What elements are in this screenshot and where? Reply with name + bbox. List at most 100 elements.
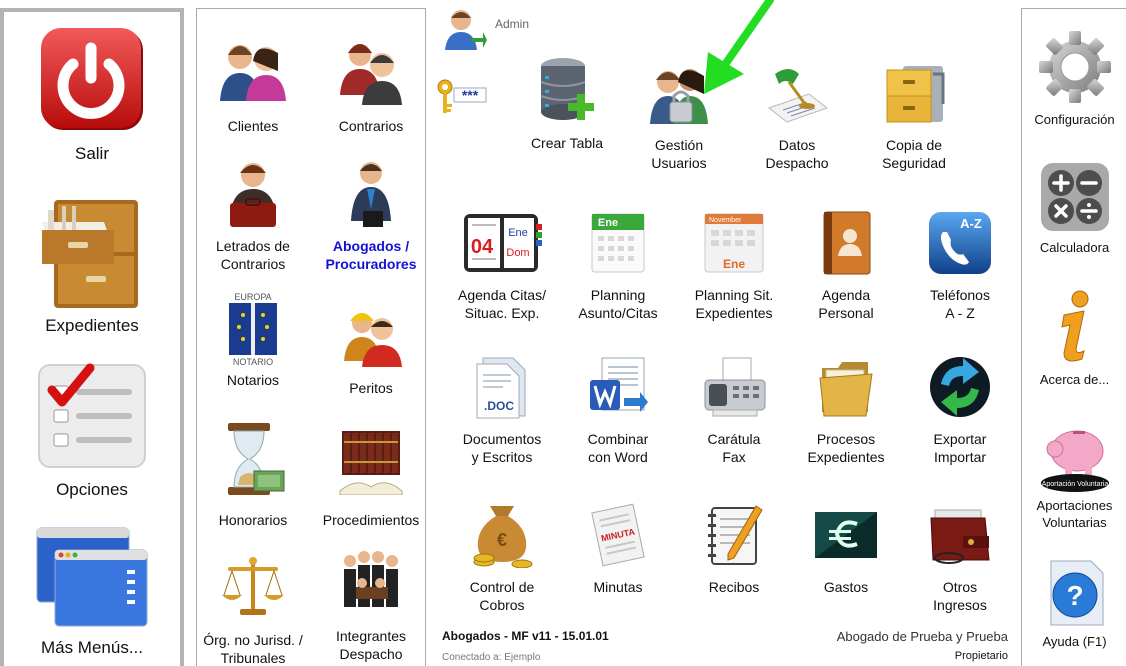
user-avatar[interactable] [443,6,487,52]
main-window: Salir Expedientes Opciones Más Menús... … [0,0,1126,666]
salir-label: Salir [74,144,109,163]
hourglass-money-icon [228,423,285,495]
procesos-button[interactable]: Procesos Expedientes [790,354,902,466]
copia-seguridad-label: Copia de Seguridad [882,137,946,171]
notario-text: NOTARIO [233,357,273,367]
right-panel: Configuración Calculadora Acerca de... A… [1021,8,1126,666]
opciones-button[interactable]: Opciones [4,360,180,500]
minutas-button[interactable]: MINUTA Minutas [562,502,674,596]
agenda-citas-label: Agenda Citas/ Situac. Exp. [458,287,546,321]
law-books-icon [339,431,403,495]
mas-menus-button[interactable]: Más Menús... [4,524,180,658]
control-cobros-button[interactable]: € Control de Cobros [446,502,558,614]
clientes-button[interactable]: Clientes [197,35,309,135]
datos-despacho-button[interactable]: Datos Despacho [741,64,853,172]
procedimientos-button[interactable]: Procedimientos [315,421,427,529]
datos-despacho-label: Datos Despacho [765,137,829,171]
org-no-jurisd-button[interactable]: Órg. no Jurisd. / Tribunales [197,555,309,666]
combinar-word-label: Combinar con Word [587,431,649,465]
planning-sit-header: November [709,217,742,224]
calendar-weekday: Dom [506,247,529,259]
agenda-personal-button[interactable]: Agenda Personal [790,210,902,322]
file-cabinet-icon [42,200,138,308]
expedientes-button[interactable]: Expedientes [4,192,180,336]
experts-icon [344,313,402,367]
gestion-usuarios-button[interactable]: Gestión Usuarios [623,64,735,172]
doc-file-icon: .DOC [476,357,526,419]
acerca-button[interactable]: Acerca de... [1022,289,1126,388]
user-name: Admin [495,17,530,31]
users-lock-icon [650,69,708,124]
honorarios-label: Honorarios [218,512,288,528]
aportacion-badge: Aportación Voluntaria [1041,481,1108,488]
org-no-jurisd-label: Órg. no Jurisd. / Tribunales [203,632,303,666]
windows-icon [36,527,148,627]
abogados-label: Abogados / Procuradores [325,238,417,272]
password-mask: *** [462,87,479,103]
recibos-button[interactable]: Recibos [678,502,790,596]
receipt-notebook-icon [708,505,763,565]
clients-icon [220,45,286,101]
gear-icon [1038,31,1111,103]
otros-ingresos-label: Otros Ingresos [933,579,987,613]
phone-directory-icon: A-Z [929,212,991,274]
lawyer-briefcase-icon [230,163,276,227]
exportar-button[interactable]: Exportar Importar [904,354,1016,466]
key-icon: *** [437,79,487,113]
configuracion-label: Configuración [1034,112,1115,127]
sync-arrows-icon [930,357,990,417]
integrantes-button[interactable]: Integrantes Despacho [315,547,427,663]
minutas-label: Minutas [593,579,643,595]
agenda-citas-button[interactable]: 04 Ene Dom Agenda Citas/ Situac. Exp. [446,210,558,322]
calendar-agenda-icon: 04 Ene Dom [464,214,542,272]
money-bag-icon: € [473,506,533,568]
doc-ext-text: .DOC [484,399,514,413]
backup-cabinet-icon [886,66,945,123]
help-icon: ? [1050,560,1103,626]
checklist-icon [38,363,146,468]
planning-asunto-button[interactable]: Ene Planning Asunto/Citas [562,210,674,322]
telefonos-button[interactable]: A-Z Teléfonos A - Z [904,210,1016,322]
app-version: Abogados - MF v11 - 15.01.01 [442,629,609,643]
otros-ingresos-button[interactable]: Otros Ingresos [904,502,1016,614]
contrarios-label: Contrarios [338,118,404,134]
desk-lamp-icon [767,69,829,123]
acerca-label: Acerca de... [1039,372,1110,387]
gastos-button[interactable]: Gastos [790,502,902,596]
planning-sit-button[interactable]: November Ene Planning Sit. Expedientes [678,210,790,322]
svg-text:?: ? [1066,580,1083,611]
notary-flag-icon: EUROPA NOTARIO [229,292,277,367]
left-panel: Salir Expedientes Opciones Más Menús... [0,8,184,666]
connection-status: Conectado a: Ejemplo [442,652,541,663]
notarios-button[interactable]: EUROPA NOTARIO Notarios [197,291,309,389]
aportaciones-button[interactable]: Aportación Voluntaria Aportaciones Volun… [1022,423,1126,531]
contrarios-button[interactable]: Contrarios [315,35,427,135]
integrantes-label: Integrantes Despacho [335,628,407,662]
control-cobros-label: Control de Cobros [469,579,535,613]
caratula-fax-label: Carátula Fax [707,431,761,465]
letrados-button[interactable]: Letrados de Contrarios [197,159,309,273]
salir-button[interactable]: Salir [4,26,180,164]
documentos-button[interactable]: .DOC Documentos y Escritos [446,354,558,466]
caratula-fax-button[interactable]: Carátula Fax [678,354,790,466]
invoice-icon: MINUTA [591,503,645,567]
folder-process-icon [819,362,873,417]
attorney-icon [351,162,391,227]
calculadora-button[interactable]: Calculadora [1022,161,1126,256]
scales-icon [222,557,284,615]
gastos-label: Gastos [823,579,869,595]
configuracion-button[interactable]: Configuración [1022,29,1126,128]
peritos-button[interactable]: Peritos [315,301,427,397]
planning-month: Ene [598,217,618,229]
honorarios-button[interactable]: Honorarios [197,421,309,529]
abogados-button[interactable]: Abogados / Procuradores [315,159,427,273]
word-merge-icon [590,357,648,412]
combinar-word-button[interactable]: Combinar con Word [562,354,674,466]
crear-tabla-button[interactable]: Crear Tabla [511,56,623,152]
ayuda-button[interactable]: ? Ayuda (F1) [1022,559,1126,650]
password-button[interactable]: *** [436,78,488,118]
copia-seguridad-button[interactable]: Copia de Seguridad [858,64,970,172]
expedientes-label: Expedientes [45,316,139,335]
planning-sit-label: Planning Sit. Expedientes [694,287,774,321]
wallet-icon [930,509,990,564]
